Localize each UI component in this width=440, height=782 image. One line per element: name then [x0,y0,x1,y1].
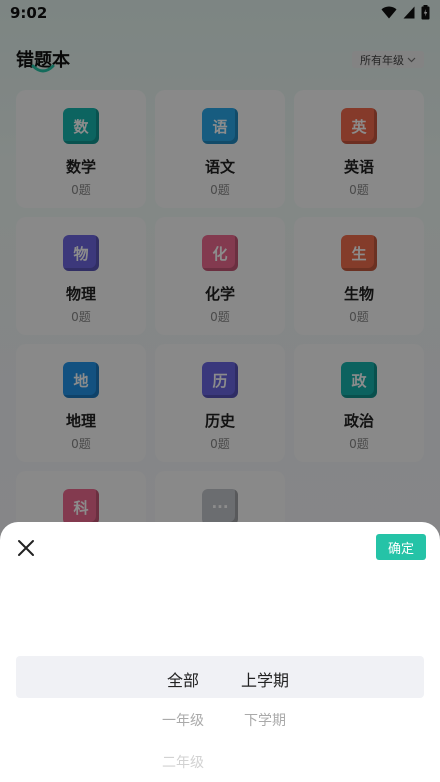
grade-picker-sheet: 确定 全部 一年级 二年级 上学期 下学期 [0,522,440,782]
confirm-button[interactable]: 确定 [376,534,426,560]
grade-option[interactable]: 二年级 [128,752,238,772]
term-option-selected[interactable]: 上学期 [210,667,320,691]
term-option[interactable]: 下学期 [210,710,320,730]
close-icon[interactable] [14,536,38,560]
